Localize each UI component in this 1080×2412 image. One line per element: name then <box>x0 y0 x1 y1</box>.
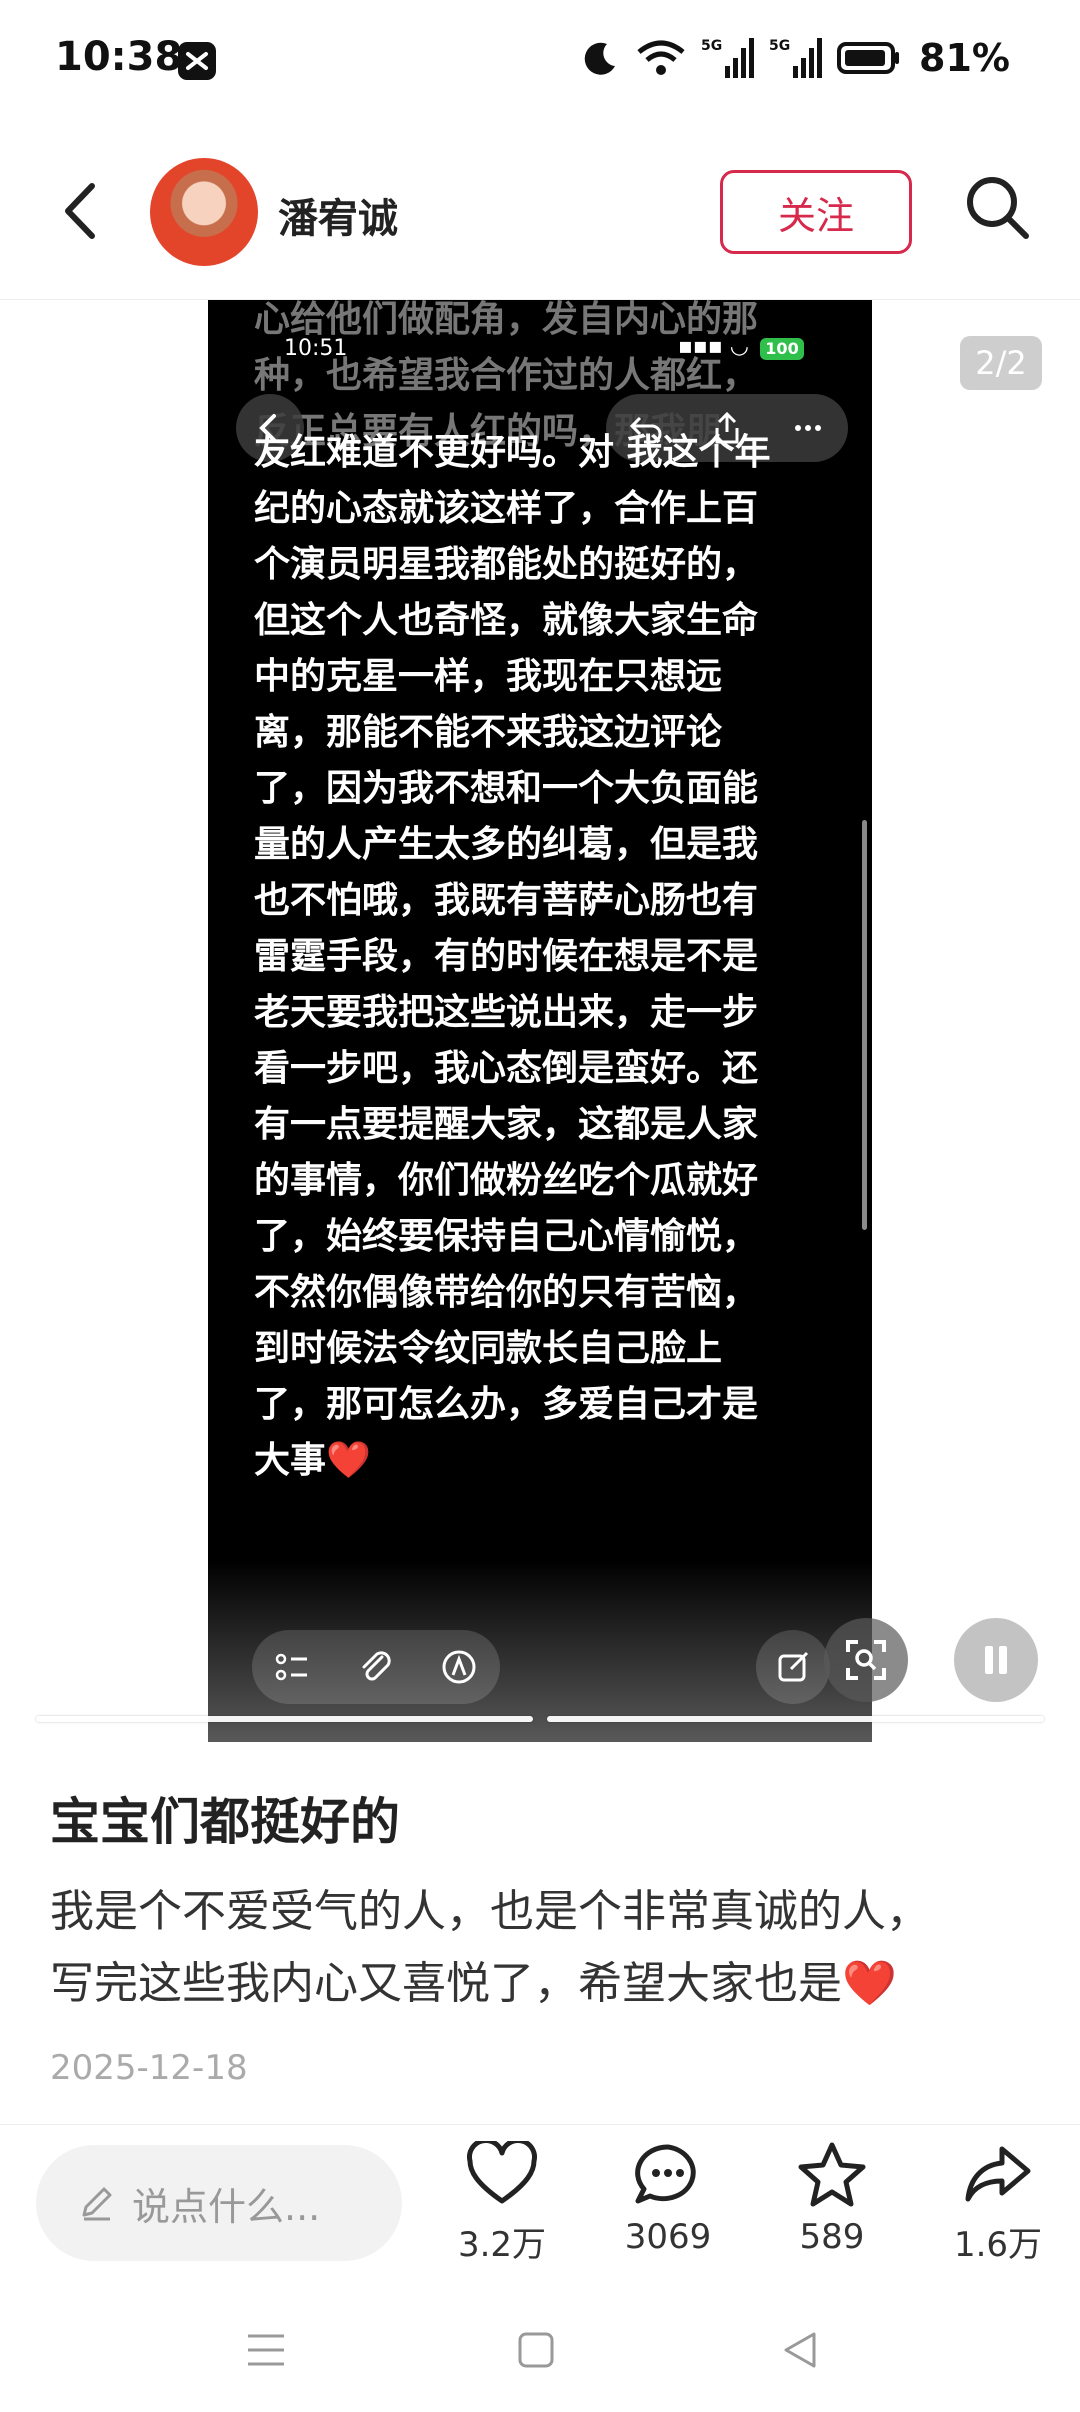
cellular-signal-icon: 5G <box>701 38 755 78</box>
moon-icon <box>584 42 616 75</box>
inner-edit-icon <box>756 1630 830 1704</box>
back-triangle-icon[interactable] <box>780 2330 820 2370</box>
post-header: 潘宥诚 关注 <box>0 124 1080 300</box>
post-date: 2025-12-18 <box>50 2048 248 2088</box>
like-button[interactable]: 3.2万 <box>432 2138 572 2266</box>
author-name[interactable]: 潘宥诚 <box>278 186 398 244</box>
scan-icon <box>846 1640 886 1680</box>
star-icon <box>798 2142 866 2207</box>
menu-icon[interactable] <box>246 2330 286 2370</box>
attachment-icon <box>362 1651 391 1681</box>
wifi-icon <box>637 40 685 75</box>
share-count: 1.6万 <box>953 2225 1043 2265</box>
comment-count: 3069 <box>624 2217 712 2257</box>
battery-icon <box>837 42 900 74</box>
progress-segment <box>547 1716 1044 1722</box>
pencil-icon <box>82 2187 112 2221</box>
inner-scrollbar <box>862 820 867 1230</box>
favorite-count: 589 <box>799 2217 865 2257</box>
cellular-signal-icon-2: 5G <box>769 38 823 78</box>
search-icon <box>967 177 1029 239</box>
note-text: 友红难道不更好吗。对 我这个年 纪的心态就该这样了，合作上百 个演员明星我都能处… <box>254 432 771 1481</box>
carousel-progress <box>36 1716 1044 1726</box>
page-indicator: 2/2 <box>960 336 1042 390</box>
inner-bottom-tools <box>252 1630 500 1704</box>
share-arrow-icon <box>965 2146 1031 2202</box>
avatar[interactable] <box>150 158 258 266</box>
comment-input[interactable]: 说点什么... <box>36 2145 402 2261</box>
status-bar: 10:38 5G 5G 81% <box>0 0 1080 124</box>
home-icon[interactable] <box>516 2330 556 2370</box>
scan-button[interactable] <box>824 1618 908 1702</box>
post-title: 宝宝们都挺好的 <box>50 1793 400 1851</box>
status-icons: 5G 5G 81% <box>581 36 1010 80</box>
pause-button[interactable] <box>954 1618 1038 1702</box>
heart-icon <box>467 2138 537 2204</box>
progress-segment <box>36 1716 533 1722</box>
follow-button[interactable]: 关注 <box>720 170 912 254</box>
status-time: 10:38 <box>55 34 183 80</box>
comment-bubble-icon <box>635 2144 696 2204</box>
battery-percent: 81% <box>919 36 1010 80</box>
note-screenshot-image: 心给他们做配角，发自内心的那 种，也希望我合作过的人都红， 反正总要有人红的吗，… <box>208 300 872 1742</box>
inner-status-time: 10:51 <box>284 336 348 361</box>
inner-signal-icon: ▪▪▪ ◡ <box>678 334 749 359</box>
inner-battery: 100 <box>760 338 804 360</box>
pause-icon <box>985 1646 1007 1674</box>
svg-text:5G: 5G <box>701 38 722 54</box>
favorite-button[interactable]: 589 <box>762 2141 902 2257</box>
checklist-icon <box>276 1653 308 1681</box>
back-button[interactable] <box>48 176 118 246</box>
share-button[interactable]: 1.6万 <box>928 2141 1068 2266</box>
post-body: 我是个不爱受气的人，也是个非常真诚的人， 写完这些我内心又喜悦了，希望大家也是❤… <box>50 1886 930 2009</box>
comment-button[interactable]: 3069 <box>598 2141 738 2257</box>
action-bar: 说点什么... 3.2万 3069 589 1.6万 <box>0 2124 1080 2294</box>
media-carousel[interactable]: 心给他们做配角，发自内心的那 种，也希望我合作过的人都红， 反正总要有人红的吗，… <box>0 300 1080 1742</box>
system-nav-bar <box>0 2294 1080 2412</box>
search-button[interactable] <box>958 168 1038 248</box>
pen-icon <box>442 1650 476 1684</box>
like-count: 3.2万 <box>457 2225 547 2265</box>
svg-text:5G: 5G <box>769 38 790 54</box>
app-notification-icon <box>178 42 216 80</box>
chevron-left-icon <box>65 183 95 239</box>
comment-placeholder: 说点什么... <box>132 2184 321 2229</box>
